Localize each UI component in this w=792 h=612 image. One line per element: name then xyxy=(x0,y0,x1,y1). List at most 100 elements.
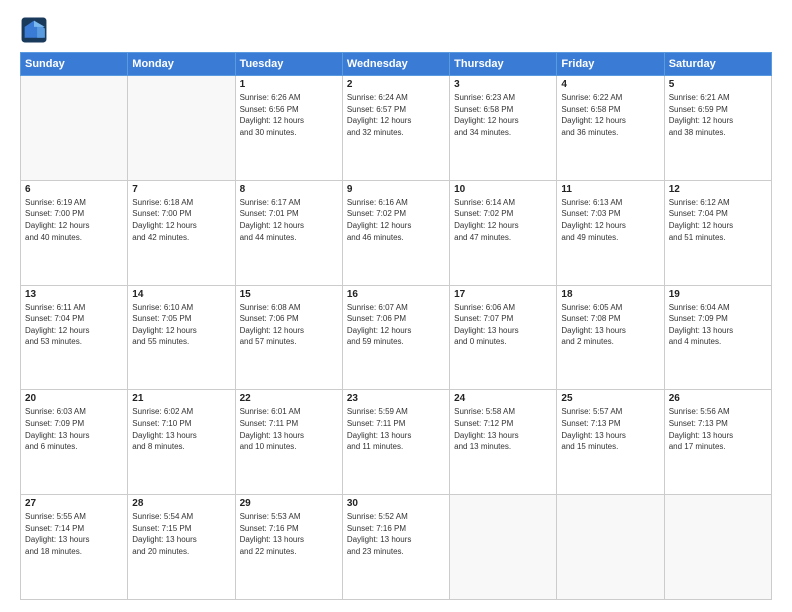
day-number: 20 xyxy=(25,393,123,404)
page: SundayMondayTuesdayWednesdayThursdayFrid… xyxy=(0,0,792,612)
day-number: 17 xyxy=(454,289,552,300)
day-info: Sunrise: 6:17 AM Sunset: 7:01 PM Dayligh… xyxy=(240,197,338,243)
day-info: Sunrise: 6:03 AM Sunset: 7:09 PM Dayligh… xyxy=(25,406,123,452)
calendar-cell: 14Sunrise: 6:10 AM Sunset: 7:05 PM Dayli… xyxy=(128,285,235,390)
day-number: 10 xyxy=(454,184,552,195)
day-number: 11 xyxy=(561,184,659,195)
calendar-cell: 6 Sunrise: 6:19 AM Sunset: 7:00 PM Daylig… xyxy=(21,180,128,285)
calendar-cell xyxy=(450,495,557,600)
day-info: Sunrise: 5:53 AM Sunset: 7:16 PM Dayligh… xyxy=(240,511,338,557)
day-info: Sunrise: 6:16 AM Sunset: 7:02 PM Dayligh… xyxy=(347,197,445,243)
day-info: Sunrise: 5:58 AM Sunset: 7:12 PM Dayligh… xyxy=(454,406,552,452)
day-number: 22 xyxy=(240,393,338,404)
day-info: Sunrise: 6:19 AM Sunset: 7:00 PM Dayligh… xyxy=(25,197,123,243)
day-info: Sunrise: 5:55 AM Sunset: 7:14 PM Dayligh… xyxy=(25,511,123,557)
day-number: 6 xyxy=(25,184,123,195)
day-info: Sunrise: 6:18 AM Sunset: 7:00 PM Dayligh… xyxy=(132,197,230,243)
calendar-cell: 23Sunrise: 5:59 AM Sunset: 7:11 PM Dayli… xyxy=(342,390,449,495)
col-header-saturday: Saturday xyxy=(664,53,771,76)
day-info: Sunrise: 6:10 AM Sunset: 7:05 PM Dayligh… xyxy=(132,302,230,348)
calendar-week-row: 6 Sunrise: 6:19 AM Sunset: 7:00 PM Daylig… xyxy=(21,180,772,285)
calendar-cell: 13 Sunrise: 6:11 AM Sunset: 7:04 PM Dayli… xyxy=(21,285,128,390)
calendar-cell: 9 Sunrise: 6:16 AM Sunset: 7:02 PM Daylig… xyxy=(342,180,449,285)
day-number: 16 xyxy=(347,289,445,300)
calendar-cell: 3 Sunrise: 6:23 AM Sunset: 6:58 PM Daylig… xyxy=(450,76,557,181)
calendar-cell: 22 Sunrise: 6:01 AM Sunset: 7:11 PM Dayli… xyxy=(235,390,342,495)
calendar-cell xyxy=(664,495,771,600)
day-number: 18 xyxy=(561,289,659,300)
day-number: 12 xyxy=(669,184,767,195)
day-info: Sunrise: 6:04 AM Sunset: 7:09 PM Dayligh… xyxy=(669,302,767,348)
day-info: Sunrise: 6:11 AM Sunset: 7:04 PM Dayligh… xyxy=(25,302,123,348)
calendar-cell: 24Sunrise: 5:58 AM Sunset: 7:12 PM Dayli… xyxy=(450,390,557,495)
calendar-week-row: 27Sunrise: 5:55 AM Sunset: 7:14 PM Dayli… xyxy=(21,495,772,600)
day-number: 28 xyxy=(132,498,230,509)
day-info: Sunrise: 6:05 AM Sunset: 7:08 PM Dayligh… xyxy=(561,302,659,348)
calendar-cell: 17 Sunrise: 6:06 AM Sunset: 7:07 PM Dayli… xyxy=(450,285,557,390)
day-number: 13 xyxy=(25,289,123,300)
calendar-cell: 25Sunrise: 5:57 AM Sunset: 7:13 PM Dayli… xyxy=(557,390,664,495)
calendar-cell: 15 Sunrise: 6:08 AM Sunset: 7:06 PM Dayli… xyxy=(235,285,342,390)
day-info: Sunrise: 6:02 AM Sunset: 7:10 PM Dayligh… xyxy=(132,406,230,452)
day-info: Sunrise: 5:56 AM Sunset: 7:13 PM Dayligh… xyxy=(669,406,767,452)
day-info: Sunrise: 6:22 AM Sunset: 6:58 PM Dayligh… xyxy=(561,92,659,138)
day-number: 29 xyxy=(240,498,338,509)
day-info: Sunrise: 6:21 AM Sunset: 6:59 PM Dayligh… xyxy=(669,92,767,138)
logo xyxy=(20,16,52,44)
calendar-cell: 2Sunrise: 6:24 AM Sunset: 6:57 PM Daylig… xyxy=(342,76,449,181)
day-number: 15 xyxy=(240,289,338,300)
day-info: Sunrise: 6:12 AM Sunset: 7:04 PM Dayligh… xyxy=(669,197,767,243)
day-number: 9 xyxy=(347,184,445,195)
calendar-cell xyxy=(21,76,128,181)
calendar-cell: 30 Sunrise: 5:52 AM Sunset: 7:16 PM Dayli… xyxy=(342,495,449,600)
day-info: Sunrise: 6:01 AM Sunset: 7:11 PM Dayligh… xyxy=(240,406,338,452)
calendar-cell: 1 Sunrise: 6:26 AM Sunset: 6:56 PM Daylig… xyxy=(235,76,342,181)
logo-icon xyxy=(20,16,48,44)
day-info: Sunrise: 6:14 AM Sunset: 7:02 PM Dayligh… xyxy=(454,197,552,243)
calendar-table: SundayMondayTuesdayWednesdayThursdayFrid… xyxy=(20,52,772,600)
calendar-cell: 18 Sunrise: 6:05 AM Sunset: 7:08 PM Dayli… xyxy=(557,285,664,390)
day-info: Sunrise: 6:13 AM Sunset: 7:03 PM Dayligh… xyxy=(561,197,659,243)
calendar-cell: 27Sunrise: 5:55 AM Sunset: 7:14 PM Dayli… xyxy=(21,495,128,600)
day-info: Sunrise: 5:52 AM Sunset: 7:16 PM Dayligh… xyxy=(347,511,445,557)
calendar-cell: 28 Sunrise: 5:54 AM Sunset: 7:15 PM Dayli… xyxy=(128,495,235,600)
day-number: 23 xyxy=(347,393,445,404)
calendar-cell: 4 Sunrise: 6:22 AM Sunset: 6:58 PM Daylig… xyxy=(557,76,664,181)
calendar-cell: 16 Sunrise: 6:07 AM Sunset: 7:06 PM Dayli… xyxy=(342,285,449,390)
calendar-cell: 26 Sunrise: 5:56 AM Sunset: 7:13 PM Dayli… xyxy=(664,390,771,495)
calendar-cell: 12 Sunrise: 6:12 AM Sunset: 7:04 PM Dayli… xyxy=(664,180,771,285)
calendar-week-row: 13 Sunrise: 6:11 AM Sunset: 7:04 PM Dayli… xyxy=(21,285,772,390)
calendar-header-row: SundayMondayTuesdayWednesdayThursdayFrid… xyxy=(21,53,772,76)
calendar-cell: 21Sunrise: 6:02 AM Sunset: 7:10 PM Dayli… xyxy=(128,390,235,495)
day-number: 1 xyxy=(240,79,338,90)
day-number: 30 xyxy=(347,498,445,509)
day-info: Sunrise: 5:54 AM Sunset: 7:15 PM Dayligh… xyxy=(132,511,230,557)
calendar-cell: 19 Sunrise: 6:04 AM Sunset: 7:09 PM Dayli… xyxy=(664,285,771,390)
day-number: 5 xyxy=(669,79,767,90)
calendar-cell xyxy=(557,495,664,600)
calendar-week-row: 1 Sunrise: 6:26 AM Sunset: 6:56 PM Daylig… xyxy=(21,76,772,181)
col-header-tuesday: Tuesday xyxy=(235,53,342,76)
col-header-wednesday: Wednesday xyxy=(342,53,449,76)
day-info: Sunrise: 6:23 AM Sunset: 6:58 PM Dayligh… xyxy=(454,92,552,138)
calendar-cell: 11 Sunrise: 6:13 AM Sunset: 7:03 PM Dayli… xyxy=(557,180,664,285)
day-number: 4 xyxy=(561,79,659,90)
col-header-friday: Friday xyxy=(557,53,664,76)
col-header-thursday: Thursday xyxy=(450,53,557,76)
col-header-sunday: Sunday xyxy=(21,53,128,76)
calendar-cell: 29 Sunrise: 5:53 AM Sunset: 7:16 PM Dayli… xyxy=(235,495,342,600)
day-info: Sunrise: 6:08 AM Sunset: 7:06 PM Dayligh… xyxy=(240,302,338,348)
calendar-cell xyxy=(128,76,235,181)
day-number: 3 xyxy=(454,79,552,90)
calendar-cell: 20 Sunrise: 6:03 AM Sunset: 7:09 PM Dayli… xyxy=(21,390,128,495)
day-info: Sunrise: 6:26 AM Sunset: 6:56 PM Dayligh… xyxy=(240,92,338,138)
day-number: 26 xyxy=(669,393,767,404)
day-number: 7 xyxy=(132,184,230,195)
col-header-monday: Monday xyxy=(128,53,235,76)
day-info: Sunrise: 6:07 AM Sunset: 7:06 PM Dayligh… xyxy=(347,302,445,348)
day-number: 19 xyxy=(669,289,767,300)
calendar-cell: 7 Sunrise: 6:18 AM Sunset: 7:00 PM Daylig… xyxy=(128,180,235,285)
calendar-cell: 5 Sunrise: 6:21 AM Sunset: 6:59 PM Daylig… xyxy=(664,76,771,181)
calendar-week-row: 20 Sunrise: 6:03 AM Sunset: 7:09 PM Dayli… xyxy=(21,390,772,495)
day-info: Sunrise: 6:06 AM Sunset: 7:07 PM Dayligh… xyxy=(454,302,552,348)
